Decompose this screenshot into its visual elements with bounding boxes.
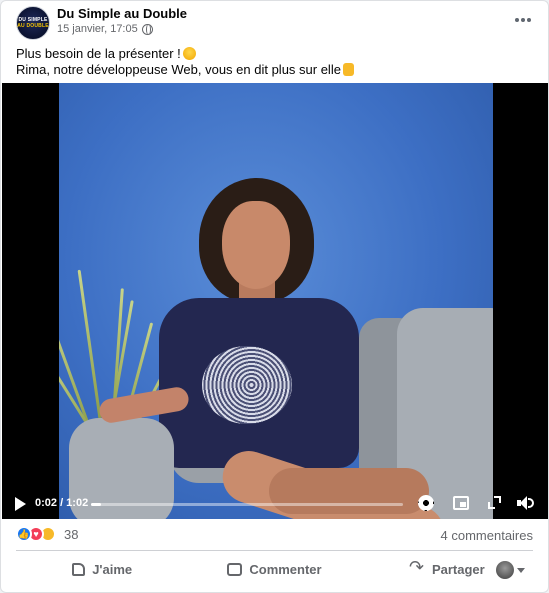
facebook-post: DU SIMPLE AU DOUBLE Du Simple au Double … [0,0,549,593]
post-text-line1: Plus besoin de la présenter ! [16,46,181,61]
video-controls: 0:02 / 1:02 [2,488,548,519]
video-player[interactable]: 0:02 / 1:02 [2,83,548,519]
viewer-selector[interactable] [496,561,525,579]
video-time: 0:02 / 1:02 [35,497,89,509]
post-header: DU SIMPLE AU DOUBLE Du Simple au Double … [1,1,548,43]
play-icon[interactable] [15,497,26,511]
post-text-line2: Rima, notre développeuse Web, vous en di… [16,62,341,77]
thumbs-up-icon [72,562,86,576]
timestamp-text: 15 janvier, 17:05 [57,23,138,35]
fullscreen-icon[interactable] [488,496,501,509]
more-dot-icon [527,18,531,22]
reaction-count: 38 [64,526,79,542]
more-options-button[interactable] [508,7,538,33]
volume-icon[interactable] [517,496,534,510]
post-timestamp[interactable]: 15 janvier, 17:05 [57,23,153,35]
comments-count-link[interactable]: 4 commentaires [441,528,533,543]
comment-icon [227,562,243,576]
like-button[interactable]: J'aime [16,553,188,585]
more-dot-icon [521,18,525,22]
more-dot-icon [515,18,519,22]
video-frame[interactable] [59,83,493,519]
picture-in-picture-icon[interactable] [453,496,469,510]
pointing-down-emoji-icon [342,63,354,76]
like-reaction-icon: 👍 [16,526,32,542]
post-text: Plus besoin de la présenter ! Rima, notr… [16,46,354,78]
shirt-print [202,346,292,424]
share-label: Partager [431,561,485,577]
viewer-avatar [496,561,514,579]
smile-emoji-icon [182,47,196,60]
avatar-logo-line2: AU DOUBLE [17,23,49,29]
reactions-summary[interactable]: 👍 ♥ 38 [16,526,78,542]
page-avatar[interactable]: DU SIMPLE AU DOUBLE [16,6,50,40]
video-progress-bar[interactable] [91,503,403,506]
comment-label: Commenter [249,561,322,577]
page-name-link[interactable]: Du Simple au Double [57,6,187,21]
gear-icon[interactable] [418,495,434,511]
like-label: J'aime [92,561,133,577]
caret-down-icon [517,567,525,573]
video-progress-fill [91,503,101,506]
person-face [222,201,290,289]
post-actions: J'aime Commenter Partager [16,553,533,585]
divider [16,550,533,551]
share-icon [409,557,425,578]
comment-button[interactable]: Commenter [188,553,360,585]
globe-icon [141,23,153,35]
